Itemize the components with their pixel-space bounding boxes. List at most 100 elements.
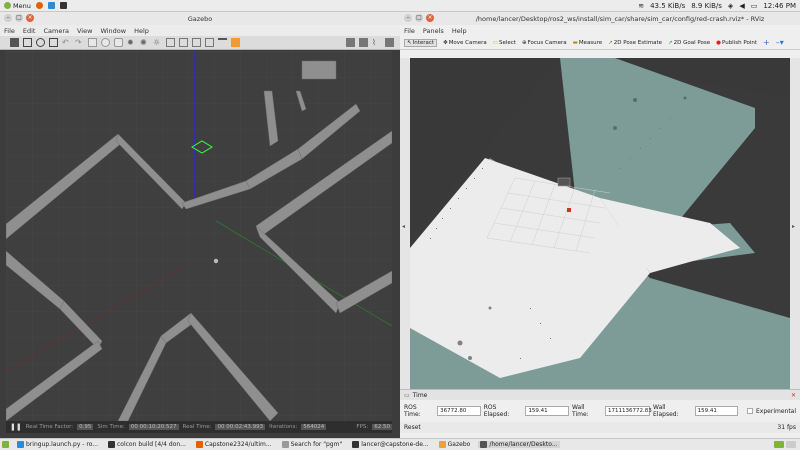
rtf-value: 0.95 xyxy=(77,424,94,430)
sun-light-icon[interactable]: ✹ xyxy=(127,38,136,47)
close-icon[interactable]: × xyxy=(26,14,34,22)
rviz-menu-panels[interactable]: Panels xyxy=(423,27,444,35)
start-menu-icon[interactable] xyxy=(2,441,9,448)
rviz-map-render xyxy=(410,58,790,396)
undo-icon[interactable]: ↶ xyxy=(62,38,71,47)
rviz-menu-file[interactable]: File xyxy=(404,27,415,35)
video-record-icon[interactable] xyxy=(385,38,394,47)
expand-left-icon[interactable]: ◂ xyxy=(402,223,405,230)
gazebo-menu-view[interactable]: View xyxy=(77,27,92,35)
align-icon[interactable] xyxy=(192,38,201,47)
rviz-titlebar[interactable]: – □ × /home/lancer/Desktop/ros2_ws/insta… xyxy=(400,12,800,25)
robot-pose-marker[interactable] xyxy=(567,208,571,212)
gazebo-icon xyxy=(438,441,446,448)
tool-focus-camera[interactable]: ⊕ Focus Camera xyxy=(522,40,567,46)
select-arrow-icon[interactable] xyxy=(10,38,19,47)
orange-select-icon[interactable] xyxy=(231,38,240,47)
magnet-icon[interactable] xyxy=(218,38,227,47)
gazebo-titlebar[interactable]: – □ × Gazebo xyxy=(0,12,400,25)
workspace-2-icon[interactable] xyxy=(786,441,796,448)
minimize-icon[interactable]: – xyxy=(404,14,412,22)
task-search[interactable]: Search for "pgm" xyxy=(280,441,345,448)
tool-2d-pose-estimate[interactable]: ➚ 2D Pose Estimate xyxy=(608,40,662,46)
tool-select[interactable]: ▭ Select xyxy=(493,40,516,46)
car-model[interactable] xyxy=(557,177,571,187)
task-rviz[interactable]: /home/lancer/Deskto... xyxy=(478,441,560,448)
tool-publish-point[interactable]: ● Publish Point xyxy=(716,40,757,46)
ros-elapsed-field[interactable]: 159.41 xyxy=(525,406,569,416)
task-capstone[interactable]: Capstone2324/ultim... xyxy=(194,441,274,448)
experimental-checkbox[interactable] xyxy=(747,408,754,414)
scale-icon[interactable] xyxy=(49,38,58,47)
maximize-icon[interactable]: □ xyxy=(15,14,23,22)
tool-2d-goal-pose[interactable]: ➚ 2D Goal Pose xyxy=(668,40,710,46)
wifi-icon[interactable]: ≋ xyxy=(638,2,644,10)
box-shape-icon[interactable] xyxy=(88,38,97,47)
sim-time-label: Sim Time: xyxy=(97,424,125,430)
rviz-right-dock-handle[interactable]: ▸ xyxy=(790,58,800,396)
time-panel-header[interactable]: ▭ Time ✕ xyxy=(400,390,800,400)
gazebo-menubar: File Edit Camera View Window Help xyxy=(0,25,400,36)
rviz-3d-view[interactable] xyxy=(410,58,790,396)
task-bringup[interactable]: bringup.launch.py - ro... xyxy=(15,441,100,448)
expand-right-icon[interactable]: ▸ xyxy=(792,223,795,230)
focus-camera-icon: ⊕ xyxy=(521,39,527,46)
copy-icon[interactable] xyxy=(166,38,175,47)
volume-icon[interactable]: ◀ xyxy=(739,2,744,10)
rviz-left-dock-handle[interactable]: ◂ xyxy=(400,58,410,396)
task-gazebo[interactable]: Gazebo xyxy=(437,441,473,448)
rviz-menu-help[interactable]: Help xyxy=(452,27,467,35)
vscode-icon[interactable] xyxy=(47,2,55,9)
maximize-icon[interactable]: □ xyxy=(415,14,423,22)
spot-light-icon[interactable]: ☼ xyxy=(153,38,162,47)
time-panel-title: Time xyxy=(412,391,428,399)
pause-icon[interactable]: ❚❚ xyxy=(10,423,22,431)
panel-close-icon[interactable]: ✕ xyxy=(791,392,796,399)
interact-icon: ↖ xyxy=(407,39,412,46)
point-light-icon[interactable]: ✺ xyxy=(140,38,149,47)
shield-icon[interactable]: ◈ xyxy=(728,2,733,10)
paste-icon[interactable] xyxy=(179,38,188,47)
time-fields-row: ROS Time: 36772.80 ROS Elapsed: 159.41 W… xyxy=(400,400,800,422)
wall-elapsed-field[interactable]: 159.41 xyxy=(694,406,739,416)
select-icon: ▭ xyxy=(492,39,498,46)
firefox-icon[interactable] xyxy=(35,2,43,9)
translate-icon[interactable] xyxy=(23,38,32,47)
menu-button[interactable]: Menu xyxy=(4,2,31,10)
gazebo-menu-file[interactable]: File xyxy=(4,27,15,35)
tool-move-camera[interactable]: ✥ Move Camera xyxy=(443,40,487,46)
tool-2d-pose-estimate-label: 2D Pose Estimate xyxy=(613,39,663,46)
sphere-shape-icon[interactable] xyxy=(101,38,110,47)
reset-button[interactable]: Reset xyxy=(404,424,421,431)
plot-icon[interactable]: ⌇ xyxy=(372,38,381,47)
add-tool-button[interactable]: + xyxy=(763,38,770,47)
task-colcon[interactable]: colcon build [4/4 don... xyxy=(106,441,188,448)
redo-icon[interactable]: ↷ xyxy=(75,38,84,47)
gazebo-menu-window[interactable]: Window xyxy=(100,27,126,35)
task-terminal-label: lancer@capstone-de... xyxy=(361,441,429,448)
snap-icon[interactable] xyxy=(205,38,214,47)
gazebo-menu-camera[interactable]: Camera xyxy=(43,27,69,35)
time-panel: ▭ Time ✕ ROS Time: 36772.80 ROS Elapsed:… xyxy=(400,389,800,438)
screenshot-icon[interactable] xyxy=(346,38,355,47)
gazebo-menu-edit[interactable]: Edit xyxy=(23,27,36,35)
terminal-icon[interactable] xyxy=(59,2,67,9)
wall-time-field[interactable]: 1711136772.83 xyxy=(605,406,652,416)
gazebo-3d-viewport[interactable] xyxy=(5,51,393,422)
log-icon[interactable] xyxy=(359,38,368,47)
task-terminal[interactable]: lancer@capstone-de... xyxy=(350,441,430,448)
ros-time-field[interactable]: 36772.80 xyxy=(437,406,481,416)
robot-model[interactable] xyxy=(213,258,219,264)
tool-interact[interactable]: ↖ Interact xyxy=(404,38,438,47)
minimize-icon[interactable]: – xyxy=(4,14,12,22)
battery-icon[interactable]: ▭ xyxy=(751,2,758,10)
mint-logo-icon xyxy=(4,2,11,9)
remove-tool-button[interactable]: –▾ xyxy=(776,38,784,47)
workspace-1-icon[interactable] xyxy=(774,441,784,448)
gazebo-menu-help[interactable]: Help xyxy=(134,27,149,35)
tool-measure[interactable]: ▬ Measure xyxy=(573,40,603,46)
close-icon[interactable]: × xyxy=(426,14,434,22)
clock[interactable]: 12:46 PM xyxy=(763,2,796,10)
cylinder-shape-icon[interactable] xyxy=(114,38,123,47)
rotate-icon[interactable] xyxy=(36,38,45,47)
